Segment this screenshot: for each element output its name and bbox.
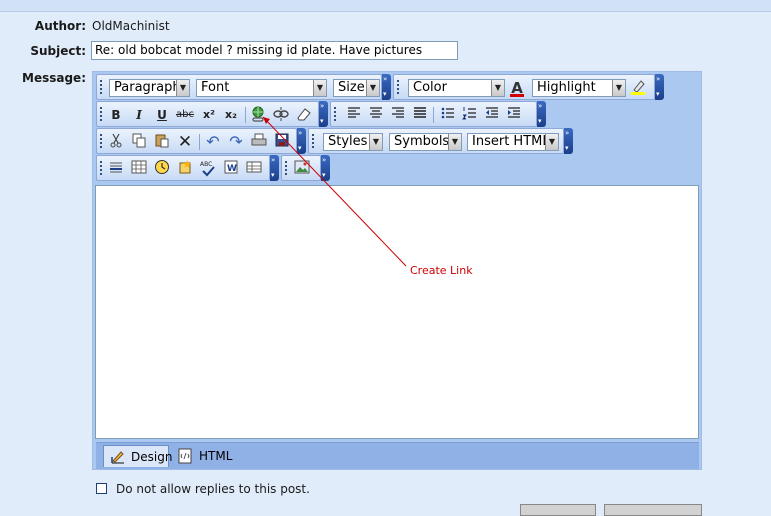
bottom-button-right[interactable] [604, 504, 702, 516]
no-replies-checkbox[interactable] [96, 483, 107, 494]
create-link-annotation: Create Link [410, 264, 473, 277]
editor-mode-bar: Design HTML [96, 442, 699, 469]
bottom-button-left[interactable] [520, 504, 596, 516]
annotation-arrow [262, 116, 407, 267]
no-replies-label: Do not allow replies to this post. [116, 482, 310, 496]
tab-design[interactable]: Design [103, 445, 173, 467]
design-icon [111, 451, 124, 464]
tab-design-label: Design [131, 450, 173, 464]
tab-html[interactable]: HTML [176, 445, 236, 467]
tab-html-label: HTML [199, 449, 233, 463]
html-document-icon [178, 448, 192, 464]
